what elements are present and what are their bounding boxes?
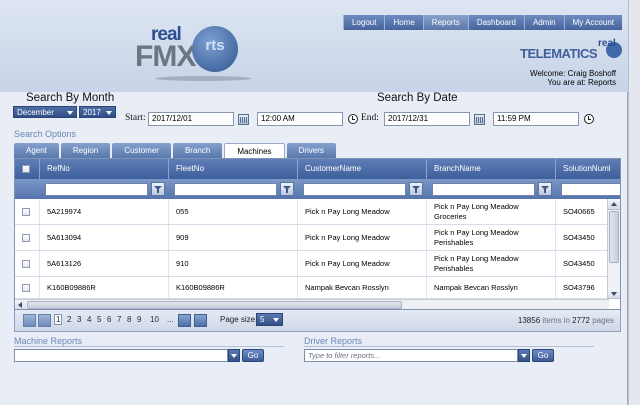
fleetno-filter-icon[interactable] bbox=[280, 182, 294, 196]
table-row[interactable]: 5A219974 055 Pick n Pay Long Meadow Pick… bbox=[15, 199, 608, 225]
end-date-input[interactable]: 2017/12/31 bbox=[384, 112, 470, 126]
scroll-down-icon[interactable] bbox=[608, 288, 620, 299]
row-checkbox[interactable] bbox=[22, 233, 30, 242]
table-row[interactable]: 5A613126 910 Pick n Pay Long Meadow Pick… bbox=[15, 251, 608, 277]
next-page-icon[interactable] bbox=[178, 314, 191, 327]
tab-customer[interactable]: Customer bbox=[112, 143, 171, 158]
start-time-input[interactable]: 12:00 AM bbox=[257, 112, 343, 126]
end-calendar-icon[interactable] bbox=[474, 114, 485, 125]
top-nav: Logout Home Reports Dashboard Admin My A… bbox=[342, 15, 622, 30]
grid-pager: 1 2 3 4 5 6 7 8 9 10 ... Page size: 5 13… bbox=[14, 310, 621, 332]
real-telematics-logo: real TELEMATICS bbox=[520, 38, 622, 66]
col-solutionnum[interactable]: SolutionNuml bbox=[555, 159, 620, 179]
row-checkbox[interactable] bbox=[22, 259, 30, 268]
tab-region[interactable]: Region bbox=[60, 143, 111, 158]
start-calendar-icon[interactable] bbox=[238, 114, 249, 125]
customername-filter-icon[interactable] bbox=[409, 182, 423, 196]
realfmx-logo: rts real FMX bbox=[135, 24, 255, 86]
grid-horizontal-scrollbar[interactable] bbox=[15, 299, 609, 309]
machine-reports-dropdown-icon[interactable] bbox=[228, 349, 240, 362]
grid-vertical-scrollbar[interactable] bbox=[607, 199, 620, 299]
machines-grid: RefNo FleetNo CustomerName BranchName So… bbox=[14, 158, 621, 310]
nav-home[interactable]: Home bbox=[384, 15, 423, 30]
col-fleetno[interactable]: FleetNo bbox=[168, 159, 297, 179]
driver-reports-go-button[interactable]: Go bbox=[532, 349, 554, 362]
table-row[interactable]: 5A613094 909 Pick n Pay Long Meadow Pick… bbox=[15, 225, 608, 251]
nav-reports[interactable]: Reports bbox=[422, 15, 468, 30]
tab-machines[interactable]: Machines bbox=[224, 143, 285, 158]
row-checkbox[interactable] bbox=[22, 283, 30, 292]
customername-filter-input[interactable] bbox=[303, 183, 406, 196]
end-time-input[interactable]: 11:59 PM bbox=[493, 112, 579, 126]
machine-reports-select[interactable] bbox=[14, 349, 228, 362]
page-link[interactable]: 2 bbox=[67, 315, 71, 324]
welcome-text: Welcome: Craig Boshoff You are at: Repor… bbox=[530, 69, 616, 87]
page-link[interactable]: 4 bbox=[87, 315, 91, 324]
page-link[interactable]: 1 bbox=[54, 314, 63, 325]
select-all-checkbox[interactable] bbox=[22, 165, 30, 173]
last-page-icon[interactable] bbox=[194, 314, 207, 327]
page-size-label: Page size: bbox=[220, 315, 258, 324]
col-branchname[interactable]: BranchName bbox=[426, 159, 555, 179]
solutionnum-filter-input[interactable] bbox=[561, 183, 620, 196]
branchname-filter-icon[interactable] bbox=[538, 182, 552, 196]
machine-reports-go-button[interactable]: Go bbox=[242, 349, 264, 362]
driver-reports-dropdown-icon[interactable] bbox=[518, 349, 530, 362]
end-clock-icon[interactable] bbox=[584, 114, 594, 124]
nav-dashboard[interactable]: Dashboard bbox=[467, 15, 524, 30]
page-link[interactable]: 7 bbox=[117, 315, 121, 324]
end-label: End: bbox=[361, 113, 379, 123]
tab-drivers[interactable]: Drivers bbox=[286, 143, 336, 158]
prev-page-icon[interactable] bbox=[38, 314, 51, 327]
pager-info: 13856 items in 2772 pages bbox=[517, 316, 614, 325]
table-row[interactable]: K160B09886R K160B09886R Nampak Bevcan Ro… bbox=[15, 277, 608, 299]
nav-admin[interactable]: Admin bbox=[523, 15, 564, 30]
start-date-input[interactable]: 2017/12/01 bbox=[148, 112, 234, 126]
search-tabs: Agent Region Customer Branch Machines Dr… bbox=[14, 143, 338, 158]
page-size-select[interactable]: 5 bbox=[256, 313, 283, 326]
machine-reports-title: Machine Reports bbox=[14, 336, 83, 346]
driver-reports-select[interactable]: Type to filter reports... bbox=[304, 349, 518, 362]
page-link[interactable]: 9 bbox=[137, 315, 141, 324]
search-by-month-title: Search By Month bbox=[26, 92, 115, 104]
first-page-icon[interactable] bbox=[23, 314, 36, 327]
driver-reports-title: Driver Reports bbox=[304, 336, 363, 346]
month-select[interactable]: December bbox=[13, 106, 77, 118]
branchname-filter-input[interactable] bbox=[432, 183, 535, 196]
search-options-label: Search Options bbox=[14, 129, 77, 139]
fleetno-filter-input[interactable] bbox=[174, 183, 277, 196]
refno-filter-input[interactable] bbox=[45, 183, 148, 196]
grid-header: RefNo FleetNo CustomerName BranchName So… bbox=[15, 159, 620, 179]
page-link[interactable]: 10 bbox=[150, 315, 159, 324]
page-link[interactable]: 3 bbox=[77, 315, 81, 324]
more-pages-link[interactable]: ... bbox=[167, 315, 174, 324]
nav-logout[interactable]: Logout bbox=[342, 15, 385, 30]
tab-agent[interactable]: Agent bbox=[14, 143, 59, 158]
year-select[interactable]: 2017 bbox=[79, 106, 116, 118]
page-link[interactable]: 5 bbox=[97, 315, 101, 324]
page-link[interactable]: 6 bbox=[107, 315, 111, 324]
scroll-thumb[interactable] bbox=[609, 211, 619, 263]
hscroll-thumb[interactable] bbox=[27, 301, 402, 309]
col-refno[interactable]: RefNo bbox=[39, 159, 168, 179]
nav-my-account[interactable]: My Account bbox=[563, 15, 622, 30]
row-checkbox[interactable] bbox=[22, 207, 30, 216]
scroll-up-icon[interactable] bbox=[608, 199, 620, 210]
tab-branch[interactable]: Branch bbox=[172, 143, 223, 158]
page-header: Logout Home Reports Dashboard Admin My A… bbox=[0, 0, 628, 92]
col-customername[interactable]: CustomerName bbox=[297, 159, 426, 179]
start-clock-icon[interactable] bbox=[348, 114, 358, 124]
page-link[interactable]: 8 bbox=[127, 315, 131, 324]
scroll-left-icon[interactable] bbox=[15, 300, 26, 309]
refno-filter-icon[interactable] bbox=[151, 182, 165, 196]
rts-globe-icon: rts bbox=[192, 26, 238, 72]
search-by-date-title: Search By Date bbox=[377, 92, 458, 104]
grid-filter-row bbox=[15, 179, 620, 199]
window-scrollbar[interactable] bbox=[628, 0, 640, 405]
start-label: Start: bbox=[125, 113, 146, 123]
